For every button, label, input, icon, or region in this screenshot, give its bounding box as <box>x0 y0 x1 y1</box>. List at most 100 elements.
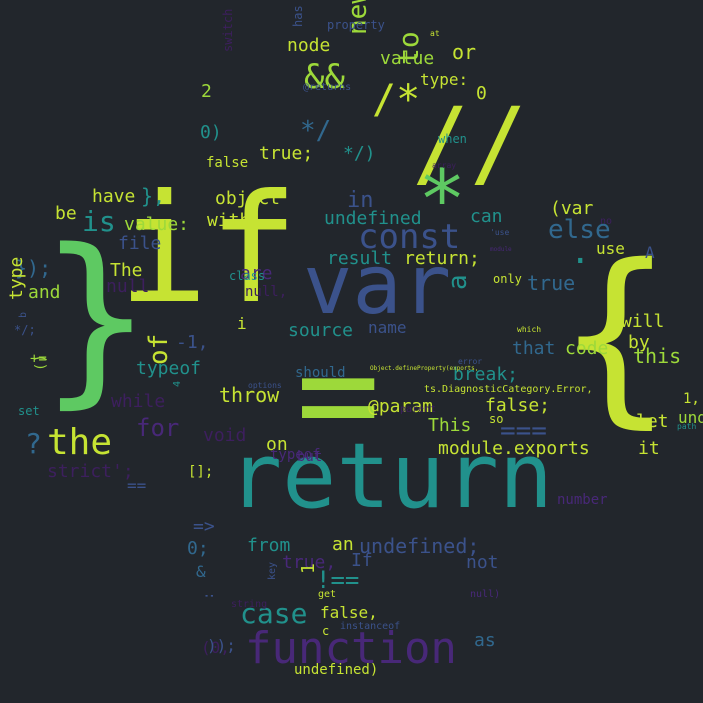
cloud-word: (var <box>550 198 594 219</box>
cloud-word: have <box>92 186 136 207</box>
cloud-word: b <box>18 311 29 318</box>
cloud-word: c <box>322 624 330 638</box>
cloud-word: If <box>351 550 373 571</box>
cloud-word: ts.DiagnosticCategory.Error, <box>424 384 593 395</box>
cloud-word: return; <box>404 248 480 269</box>
cloud-word: . <box>570 232 591 272</box>
cloud-word: */) <box>343 143 376 164</box>
cloud-word: source <box>288 320 354 341</box>
cloud-word: 'use <box>490 228 510 237</box>
cloud-word: for <box>136 414 180 442</box>
cloud-word: so <box>489 412 504 426</box>
cloud-word: 0) <box>200 122 222 143</box>
cloud-word: will <box>621 311 665 332</box>
cloud-word: : <box>201 591 217 600</box>
cloud-word: has <box>291 5 305 27</box>
cloud-word: 1 <box>298 563 319 574</box>
cloud-word: array <box>432 161 457 170</box>
cloud-word: instanceof <box>340 621 401 632</box>
cloud-word: false <box>206 155 249 171</box>
cloud-word: value: <box>124 214 190 235</box>
cloud-word: let <box>636 411 669 432</box>
cloud-word: == <box>127 476 147 495</box>
cloud-word: module <box>490 246 512 253</box>
cloud-word: a <box>443 274 473 290</box>
cloud-word: strict'; <box>47 461 134 482</box>
cloud-word: true <box>527 271 576 295</box>
cloud-word: set <box>18 404 40 418</box>
cloud-word: key <box>267 561 278 580</box>
cloud-word: is <box>82 205 116 238</box>
cloud-word: when <box>438 132 467 146</box>
cloud-word: should <box>295 365 346 381</box>
cloud-word: code <box>565 338 609 359</box>
cloud-word: -1, <box>176 332 209 353</box>
cloud-word: that <box>512 338 556 359</box>
cloud-word: options <box>248 381 282 390</box>
cloud-word: while <box>111 391 166 412</box>
cloud-word: 4 <box>172 380 183 387</box>
cloud-word: only <box>493 272 522 286</box>
cloud-word: at <box>430 29 440 38</box>
cloud-word: => <box>193 516 215 537</box>
cloud-word: and <box>28 282 61 303</box>
cloud-word: }, <box>141 184 166 208</box>
cloud-word: or <box>452 40 477 64</box>
cloud-word: node <box>287 35 331 56</box>
cloud-word: name <box>368 318 407 337</box>
cloud-word: it <box>638 438 660 459</box>
cloud-word: parent <box>400 404 437 415</box>
cloud-word: )); <box>207 636 236 655</box>
cloud-word: typeof <box>136 358 202 379</box>
cloud-word: []; <box>188 464 214 480</box>
cloud-word: as <box>474 630 496 651</box>
cloud-word: & <box>196 562 206 581</box>
cloud-word: which <box>517 325 542 334</box>
cloud-word: Object.defineProperty(exports, <box>370 365 479 372</box>
cloud-word: typeof <box>270 447 321 463</box>
cloud-word: no <box>600 216 613 227</box>
cloud-word: be <box>55 203 77 224</box>
cloud-word: not <box>466 552 499 573</box>
cloud-word: void <box>203 425 247 446</box>
cloud-word: type <box>6 256 27 300</box>
cloud-word: string <box>231 599 268 610</box>
cloud-word: += <box>30 351 47 367</box>
cloud-word: 1, <box>683 391 700 407</box>
cloud-word: false, <box>320 603 378 622</box>
cloud-word: get <box>318 589 337 600</box>
cloud-word: 0; <box>187 538 209 559</box>
cloud-word: use <box>596 239 625 258</box>
cloud-word: switch <box>221 8 235 52</box>
cloud-word: true; <box>259 143 314 164</box>
cloud-word: null) <box>470 589 501 600</box>
cloud-word: type: <box>420 70 469 89</box>
cloud-word: 0 <box>476 83 487 104</box>
cloud-word: object <box>215 188 281 209</box>
cloud-word: null <box>106 276 150 297</box>
cloud-word: undefined) <box>294 662 379 678</box>
word-cloud: if var = return}{//* const function the/* is els… <box>0 0 703 703</box>
cloud-word: module.exports <box>438 438 590 459</box>
cloud-word: 2 <box>201 81 212 102</box>
cloud-word: undefined; <box>359 534 480 558</box>
cloud-word: */ <box>300 116 332 146</box>
cloud-word: value <box>380 48 435 69</box>
cloud-word: null, <box>245 284 288 300</box>
cloud-word: path <box>677 422 697 431</box>
cloud-word: @returns <box>303 82 352 93</box>
cloud-word: file <box>118 233 162 254</box>
cloud-word: */; <box>14 323 36 337</box>
cloud-word: undefined <box>324 208 422 229</box>
word-the: the <box>47 422 113 463</box>
cloud-word: result <box>327 248 393 269</box>
cloud-word: This <box>428 415 472 436</box>
cloud-word: A <box>645 243 655 262</box>
cloud-word: by <box>628 332 650 353</box>
cloud-word: class <box>229 269 266 283</box>
cloud-word: /* <box>372 77 421 123</box>
cloud-word: i <box>237 314 247 333</box>
cloud-word: ? <box>25 427 42 460</box>
cloud-word: with <box>207 210 251 231</box>
cloud-word: can <box>470 206 503 227</box>
